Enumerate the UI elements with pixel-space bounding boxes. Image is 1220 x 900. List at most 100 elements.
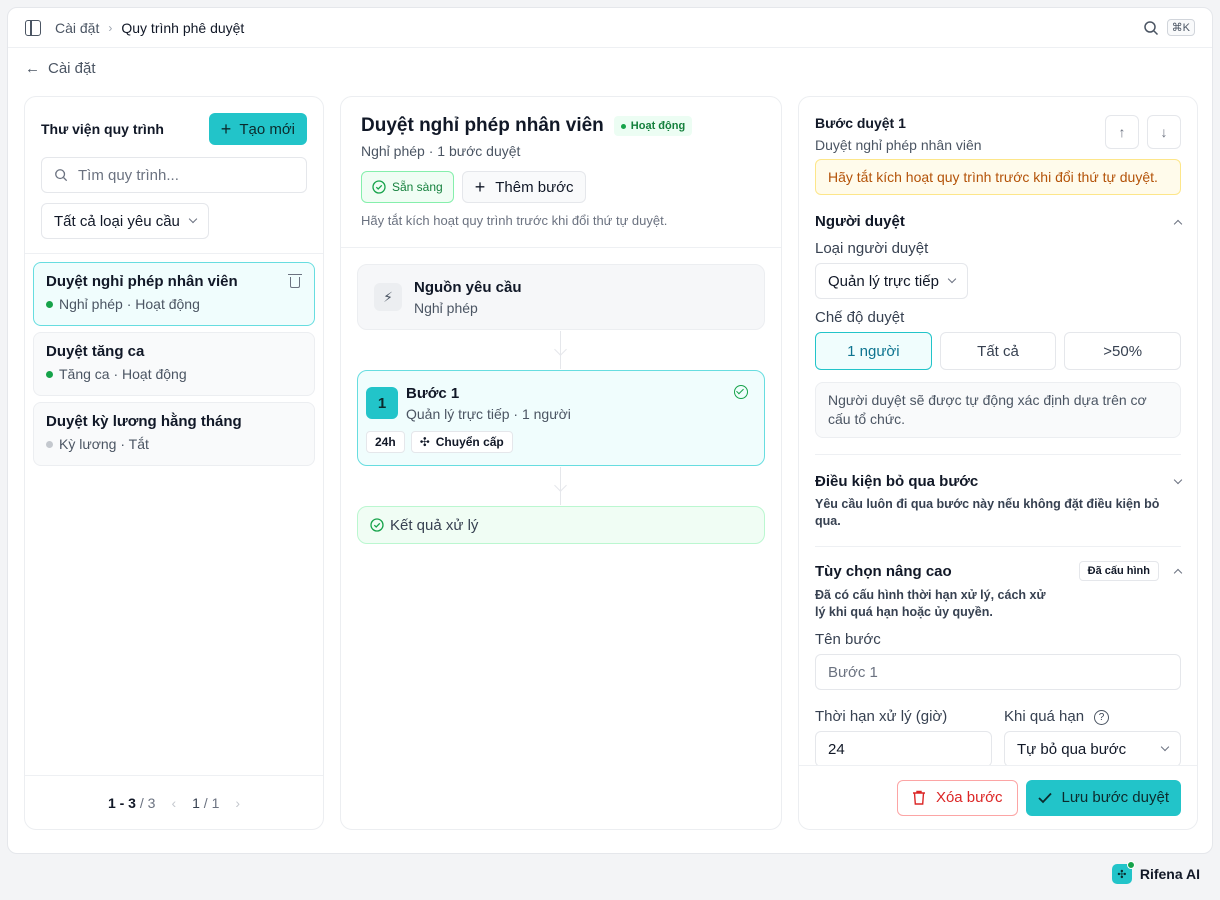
advanced-desc: Đã có cấu hình thời hạn xử lý, cách xử l… xyxy=(815,588,1046,619)
check-icon xyxy=(1037,792,1052,803)
breadcrumb-parent[interactable]: Cài đặt xyxy=(55,20,99,36)
create-label: Tạo mới xyxy=(239,120,295,138)
move-up-button[interactable]: ↑ xyxy=(1105,115,1139,149)
status-dot xyxy=(46,440,53,448)
chevron-down-icon xyxy=(1173,475,1183,484)
deadline-label: Thời hạn xử lý (giờ) xyxy=(815,708,948,725)
move-down-button[interactable]: ↓ xyxy=(1147,115,1181,149)
breadcrumb-current: Quy trình phê duyệt xyxy=(121,19,245,36)
status-badge: Hoạt động xyxy=(613,116,693,136)
advanced-section-header[interactable]: Tùy chọn nâng cao Đã cấu hình xyxy=(815,561,1183,581)
configured-badge: Đã cấu hình xyxy=(1078,561,1159,581)
trash-icon[interactable] xyxy=(288,274,302,288)
chevron-down-icon xyxy=(1160,742,1170,752)
save-step-button[interactable]: Lưu bước duyệt xyxy=(1025,779,1181,816)
status-dot xyxy=(46,370,53,378)
approval-mode-label: Chế độ duyệt xyxy=(815,309,905,326)
status-dot xyxy=(46,300,53,308)
mode-option-one[interactable]: 1 người xyxy=(815,332,932,370)
lightning-icon: ⚡ xyxy=(374,283,402,311)
pagination-range: 1 - 3 / 3 xyxy=(107,794,156,811)
help-icon[interactable]: ? xyxy=(1094,709,1110,725)
step-node[interactable]: 1 Bước 1 Quản lý trực tiếp · 1 người 24h… xyxy=(357,370,765,466)
brand-badge[interactable]: ✣ Rifena AI xyxy=(1111,861,1200,884)
workflow-item[interactable]: Duyệt tăng ca Tăng ca · Hoạt động xyxy=(33,332,315,396)
search-icon[interactable] xyxy=(1143,20,1159,36)
workflow-item[interactable]: Duyệt nghỉ phép nhân viên Nghỉ phép · Ho… xyxy=(33,262,315,326)
workflow-item-name: Duyệt tăng ca xyxy=(46,343,145,360)
step-title: Bước 1 xyxy=(406,385,460,402)
step-number: 1 xyxy=(366,387,398,419)
mode-option-all[interactable]: Tất cả xyxy=(939,332,1057,370)
top-bar: Cài đặt › Quy trình phê duyệt ⌘K xyxy=(8,8,1212,48)
plus-icon: + xyxy=(220,119,232,139)
app-window: Cài đặt › Quy trình phê duyệt ⌘K ← Cài đ… xyxy=(7,7,1213,854)
workflow-item-name: Duyệt kỳ lương hằng tháng xyxy=(46,413,242,430)
step-detail-panel: Bước duyệt 1 Duyệt nghỉ phép nhân viên ↑… xyxy=(798,96,1198,830)
approver-note: Người duyệt sẽ được tự động xác định dựa… xyxy=(815,382,1181,438)
library-title: Thư viện quy trình xyxy=(41,121,164,137)
source-node[interactable]: ⚡ Nguồn yêu cầu Nghỉ phép xyxy=(357,264,765,330)
workflow-item-meta: Kỳ lương · Tắt xyxy=(59,436,149,452)
chevron-down-icon xyxy=(947,274,957,284)
escalate-tag: ✣ Chuyển cấp xyxy=(410,431,513,453)
overdue-label-row: Khi quá hạn? xyxy=(1004,708,1181,725)
source-title: Nguồn yêu cầu xyxy=(414,278,522,296)
step-detail-title: Bước duyệt 1 xyxy=(815,115,906,131)
approver-type-select[interactable]: Quản lý trực tiếp xyxy=(815,263,968,299)
workflow-list: Duyệt nghỉ phép nhân viên Nghỉ phép · Ho… xyxy=(33,262,315,472)
divider xyxy=(25,253,323,254)
add-step-button[interactable]: + Thêm bước xyxy=(461,171,587,203)
result-node[interactable]: Kết quả xử lý xyxy=(357,506,765,544)
brand-name: Rifena AI xyxy=(1139,866,1200,882)
deadline-input[interactable]: 24 xyxy=(815,731,992,765)
approval-mode-group: 1 người Tất cả >50% xyxy=(815,332,1182,370)
arrow-down-icon: ↓ xyxy=(1160,124,1168,140)
status-dot xyxy=(620,123,626,129)
breadcrumb-separator-icon: › xyxy=(108,20,113,35)
step-name-input[interactable]: Bước 1 xyxy=(815,654,1181,690)
search-icon xyxy=(55,169,68,182)
check-circle-icon xyxy=(370,518,384,532)
workflow-subtitle: Nghỉ phép · 1 bước duyệt xyxy=(361,143,521,159)
overdue-select[interactable]: Tự bỏ qua bước xyxy=(1004,731,1181,765)
skip-desc: Yêu cầu luôn đi qua bước này nếu không đ… xyxy=(815,497,1160,528)
chevron-up-icon xyxy=(1173,219,1183,228)
arrow-down-icon xyxy=(554,479,567,492)
approver-type-label: Loại người duyệt xyxy=(815,240,929,257)
skip-section: Điều kiện bỏ qua bước Yêu cầu luôn đi qu… xyxy=(815,455,1183,547)
sparkle-icon: ✣ xyxy=(419,435,430,449)
sidebar-toggle-icon[interactable] xyxy=(25,19,41,36)
workflow-editor-panel: Duyệt nghỉ phép nhân viên Hoạt động Nghỉ… xyxy=(340,96,782,830)
arrow-up-icon: ↑ xyxy=(1118,124,1126,140)
arrow-left-icon: ← xyxy=(25,60,40,77)
back-link[interactable]: ← Cài đặt xyxy=(25,60,96,77)
mode-option-majority[interactable]: >50% xyxy=(1064,332,1182,370)
workflow-item[interactable]: Duyệt kỳ lương hằng tháng Kỳ lương · Tắt xyxy=(33,402,315,466)
back-label: Cài đặt xyxy=(48,60,96,77)
ready-button[interactable]: Sẵn sàng xyxy=(361,171,454,203)
pagination: 1 - 3 / 3 ‹ 1 / 1 › xyxy=(25,775,323,829)
shortcut-badge: ⌘K xyxy=(1166,19,1195,36)
step-subtitle: Quản lý trực tiếp · 1 người xyxy=(406,406,571,422)
result-label: Kết quả xử lý xyxy=(390,516,479,534)
filter-value: Tất cả loại yêu cầu xyxy=(54,212,180,230)
trash-icon xyxy=(912,790,925,805)
search-placeholder: Tìm quy trình... xyxy=(78,166,179,184)
workflow-search-input[interactable]: Tìm quy trình... xyxy=(41,157,307,193)
create-workflow-button[interactable]: + Tạo mới xyxy=(208,113,307,145)
divider xyxy=(341,247,781,248)
request-type-filter[interactable]: Tất cả loại yêu cầu xyxy=(41,203,209,239)
step-detail-subtitle: Duyệt nghỉ phép nhân viên xyxy=(815,137,982,153)
arrow-down-icon xyxy=(554,343,567,356)
skip-section-header[interactable]: Điều kiện bỏ qua bước xyxy=(815,473,1183,490)
chevron-right-icon[interactable]: › xyxy=(235,795,240,811)
workflow-item-meta: Nghỉ phép · Hoạt động xyxy=(59,296,200,312)
delete-step-button[interactable]: Xóa bước xyxy=(896,779,1018,816)
check-circle-icon xyxy=(734,385,748,399)
workflow-item-name: Duyệt nghỉ phép nhân viên xyxy=(46,273,238,290)
chevron-up-icon xyxy=(1173,568,1183,578)
chevron-left-icon[interactable]: ‹ xyxy=(171,795,176,811)
approver-section-header[interactable]: Người duyệt xyxy=(815,213,1183,230)
advanced-section: Tùy chọn nâng cao Đã cấu hình Đã có cấu … xyxy=(815,547,1183,765)
